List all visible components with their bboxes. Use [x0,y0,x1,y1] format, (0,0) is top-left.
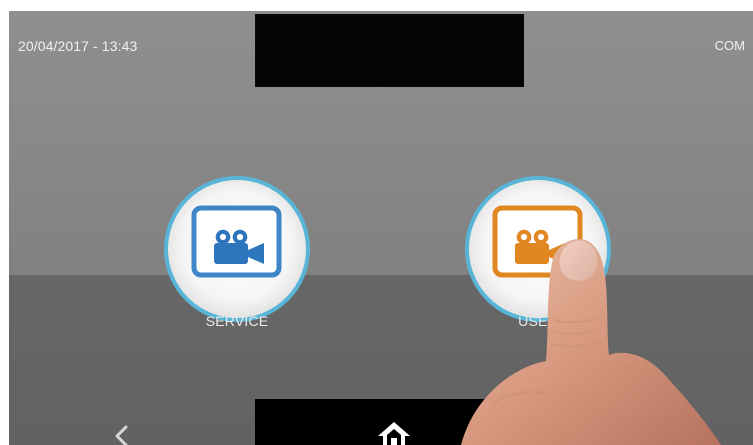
service-label: SERVICE [205,313,269,329]
chevron-left-icon[interactable] [109,425,135,445]
service-button-graphic [164,176,310,322]
left-white-margin [0,0,9,445]
top-white-margin [0,0,753,11]
video-preview-area [255,14,524,87]
mode-label: COM [714,38,745,53]
user-button[interactable]: USER [465,176,611,329]
user-label: USER [518,313,558,329]
user-button-graphic [465,176,611,322]
date-time-display: 20/04/2017 - 13:43 [18,38,138,54]
home-icon[interactable] [376,420,412,445]
touchscreen: 20/04/2017 - 13:43 COM SERVICE USER [0,0,753,445]
service-button[interactable]: SERVICE [164,176,310,329]
